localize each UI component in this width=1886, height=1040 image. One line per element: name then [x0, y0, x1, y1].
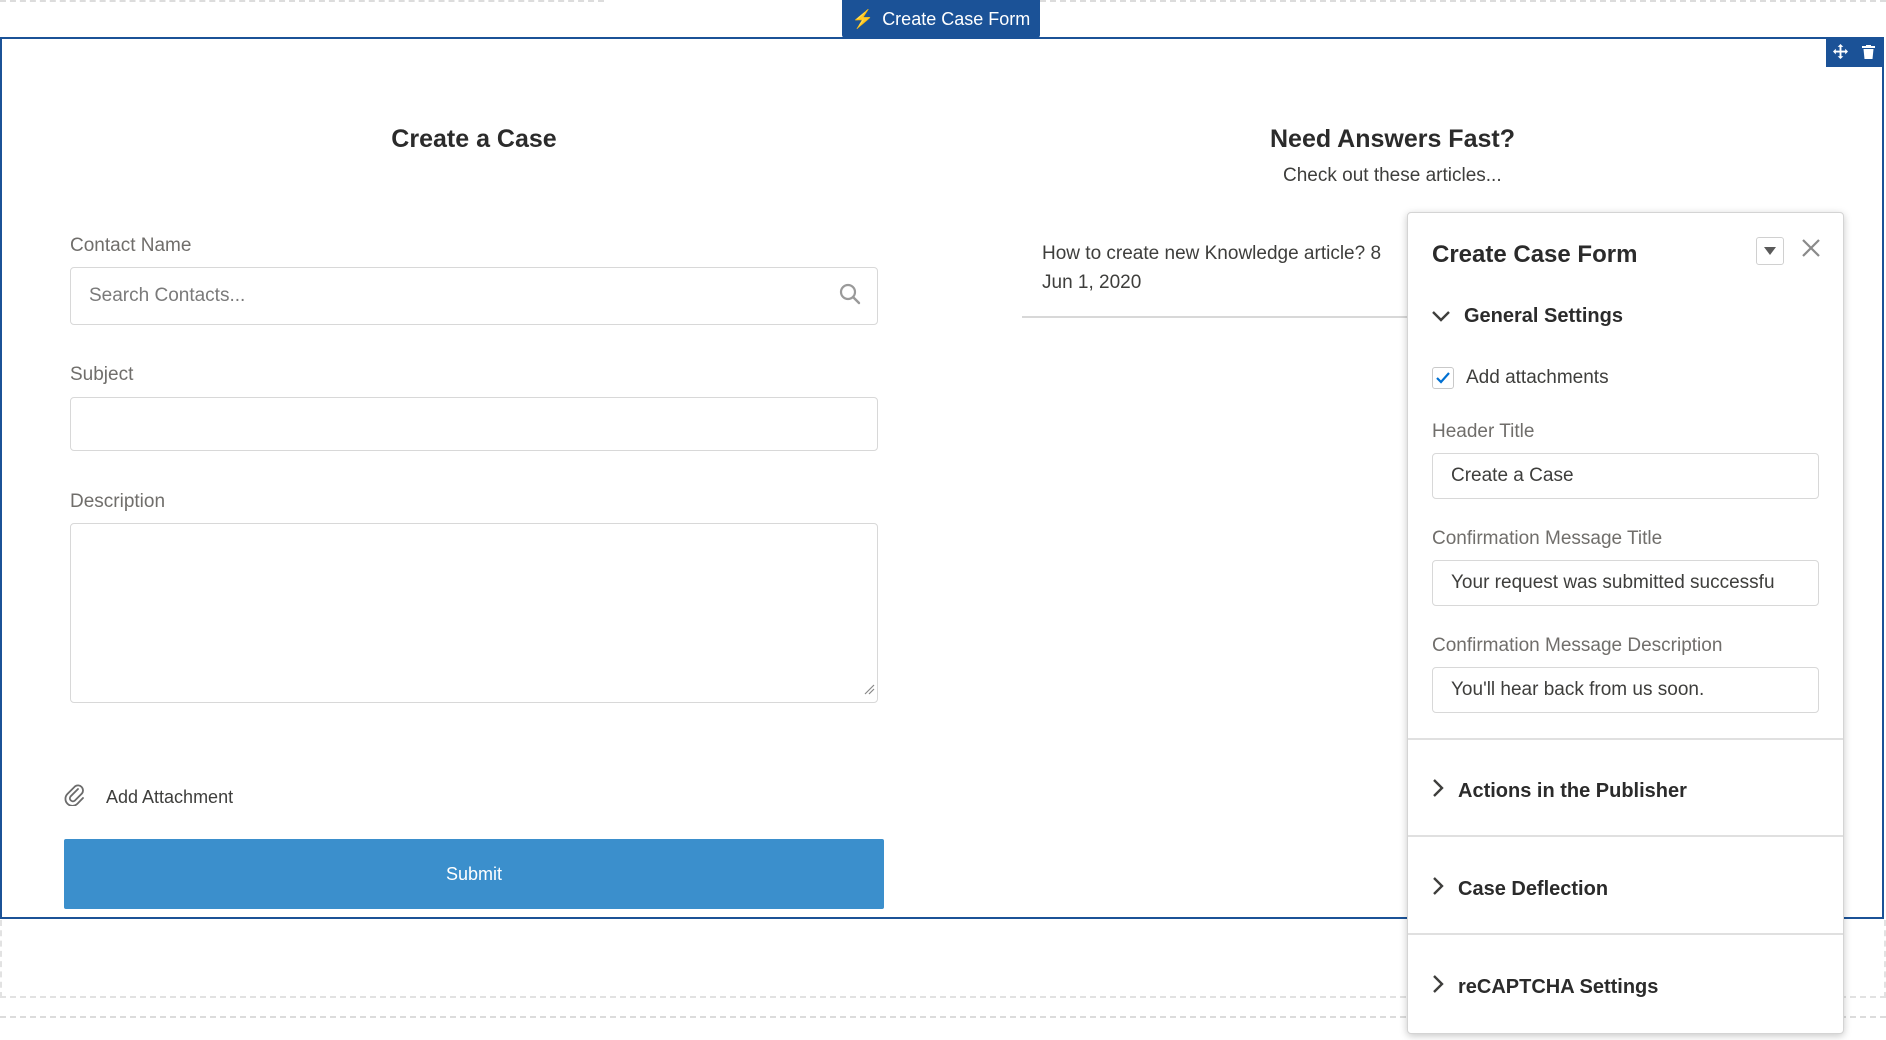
description-textarea[interactable] — [71, 524, 877, 702]
contact-search-field[interactable] — [70, 267, 878, 325]
section-divider — [1408, 738, 1843, 740]
confirmation-title-label: Confirmation Message Title — [1432, 528, 1663, 549]
chevron-right-icon — [1432, 877, 1444, 901]
subject-input[interactable] — [71, 398, 877, 450]
section-case-deflection-label: Case Deflection — [1458, 877, 1609, 900]
confirmation-title-field[interactable] — [1432, 560, 1819, 606]
article-title[interactable]: How to create new Knowledge article? 8 — [1042, 239, 1381, 268]
article-divider — [1022, 316, 1422, 318]
close-button[interactable] — [1794, 233, 1828, 267]
chevron-right-icon — [1432, 975, 1444, 999]
resize-handle-icon[interactable] — [863, 682, 875, 700]
property-editor-panel: Create Case Form General Settings Add at… — [1407, 212, 1844, 1034]
drop-zone-top-right — [1040, 0, 1886, 2]
header-title-field[interactable] — [1432, 453, 1819, 499]
add-attachments-checkbox[interactable] — [1432, 367, 1454, 389]
confirmation-description-label: Confirmation Message Description — [1432, 635, 1723, 656]
chevron-down-icon — [1432, 305, 1450, 328]
contact-search-input[interactable] — [71, 268, 877, 324]
component-tab-label: Create Case Form — [882, 8, 1031, 29]
section-recaptcha-label: reCAPTCHA Settings — [1458, 975, 1659, 998]
panel-menu-button[interactable] — [1756, 237, 1784, 265]
add-attachments-label: Add attachments — [1466, 367, 1609, 388]
section-case-deflection[interactable]: Case Deflection — [1432, 877, 1608, 901]
contact-name-label: Contact Name — [70, 235, 192, 256]
subject-label: Subject — [70, 364, 134, 385]
description-label: Description — [70, 491, 166, 512]
frame-controls — [1826, 39, 1882, 67]
article-item[interactable]: How to create new Knowledge article? 8 J… — [1042, 239, 1381, 297]
subject-field[interactable] — [70, 397, 878, 451]
confirmation-description-input[interactable] — [1433, 668, 1818, 712]
section-general-settings-label: General Settings — [1464, 305, 1623, 327]
close-icon — [1801, 238, 1821, 263]
section-divider — [1408, 933, 1843, 935]
trash-icon[interactable] — [1862, 44, 1875, 62]
answers-title: Need Answers Fast? — [1270, 125, 1515, 153]
article-date: Jun 1, 2020 — [1042, 272, 1142, 293]
submit-button[interactable]: Submit — [64, 839, 884, 909]
section-recaptcha-settings[interactable]: reCAPTCHA Settings — [1432, 975, 1658, 999]
chevron-right-icon — [1432, 779, 1444, 803]
add-attachment-label: Add Attachment — [106, 787, 234, 807]
section-divider — [1408, 835, 1843, 837]
header-title-input[interactable] — [1433, 454, 1818, 498]
lightning-bolt-icon: ⚡ — [851, 9, 875, 29]
paperclip-icon — [64, 784, 86, 811]
form-title: Create a Case — [391, 125, 557, 153]
section-actions-in-publisher[interactable]: Actions in the Publisher — [1432, 779, 1687, 803]
section-general-settings[interactable]: General Settings — [1432, 305, 1623, 328]
caret-down-icon — [1764, 242, 1776, 260]
component-tab[interactable]: ⚡ Create Case Form — [842, 0, 1040, 38]
add-attachments-option[interactable]: Add attachments — [1432, 367, 1609, 389]
panel-title: Create Case Form — [1432, 241, 1638, 268]
description-field[interactable] — [70, 523, 878, 703]
confirmation-description-field[interactable] — [1432, 667, 1819, 713]
search-icon[interactable] — [839, 283, 861, 310]
move-icon[interactable] — [1833, 44, 1848, 62]
confirmation-title-input[interactable] — [1433, 561, 1818, 605]
answers-subtitle: Check out these articles... — [1283, 165, 1502, 186]
drop-zone-top-left — [0, 0, 604, 2]
add-attachment-link[interactable]: Add Attachment — [64, 784, 233, 811]
section-actions-label: Actions in the Publisher — [1458, 779, 1687, 802]
header-title-label: Header Title — [1432, 421, 1535, 442]
